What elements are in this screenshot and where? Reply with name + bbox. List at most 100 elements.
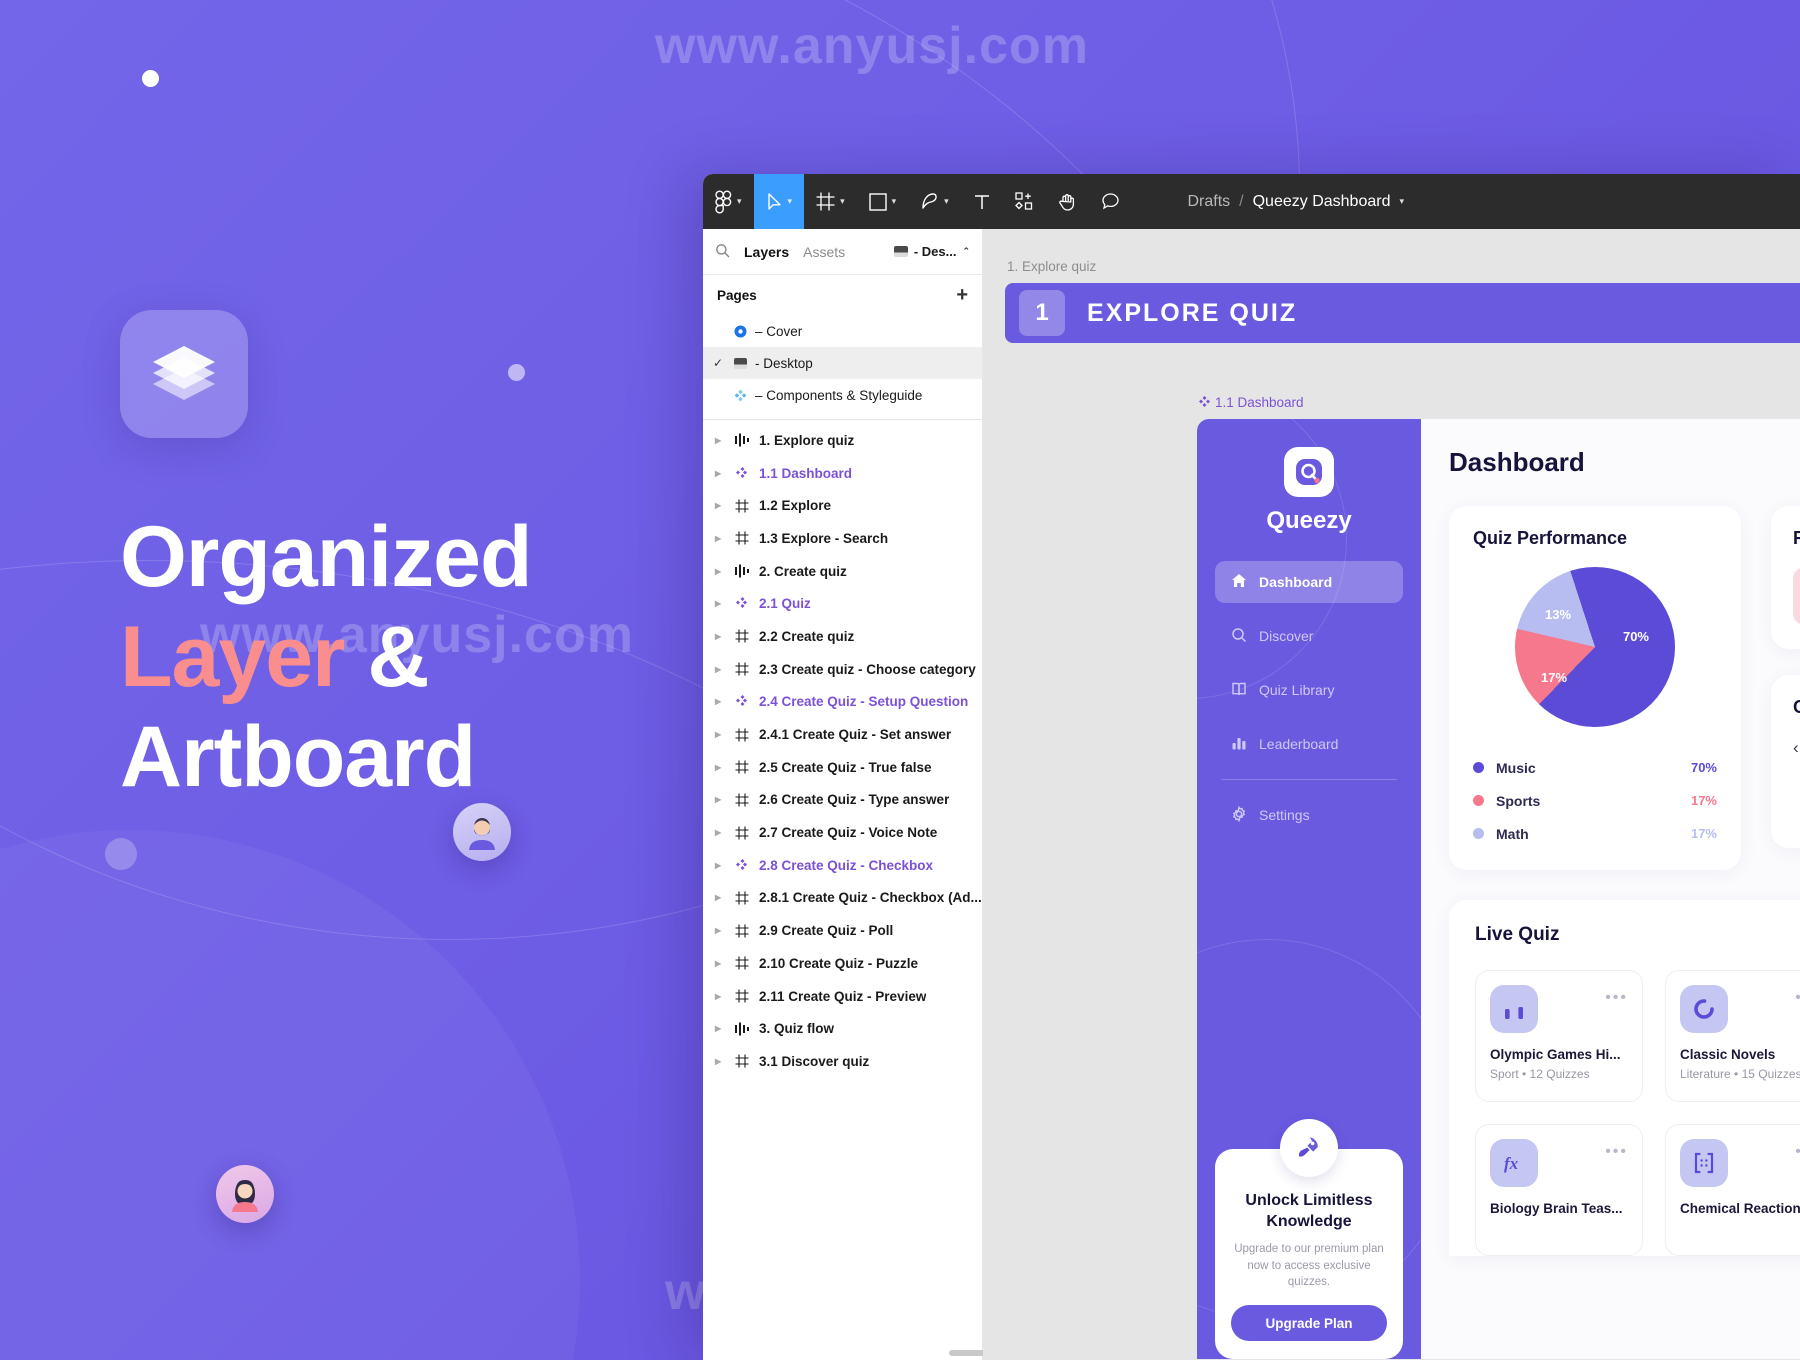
breadcrumb-file[interactable]: Queezy Dashboard (1253, 193, 1391, 211)
sidebar-item-discover[interactable]: Discover (1215, 615, 1403, 657)
recent-quiz-item[interactable]: Statistics Math Quiz Math • 12 Quizzes (1793, 567, 1800, 625)
frame-icon (733, 760, 751, 774)
sidebar-item-quiz-library[interactable]: Quiz Library (1215, 669, 1403, 711)
layer-row[interactable]: ▶ 2.5 Create Quiz - True false (703, 751, 982, 784)
chevron-right-icon[interactable]: ▶ (715, 959, 725, 968)
search-icon[interactable] (715, 243, 730, 261)
brackets-icon (1680, 1139, 1728, 1187)
sidebar-item-settings[interactable]: Settings (1215, 794, 1403, 836)
page-item-cover[interactable]: – Cover (703, 315, 982, 347)
toolbar-hand-tool[interactable] (1046, 174, 1089, 229)
more-dots-icon[interactable]: ••• (1605, 1143, 1628, 1161)
chevron-right-icon[interactable]: ▶ (715, 926, 725, 935)
layer-label: 2.4 Create Quiz - Setup Question (759, 694, 969, 710)
chevron-right-icon[interactable]: ▶ (715, 795, 725, 804)
layer-row[interactable]: ▶ 2.3 Create quiz - Choose category (703, 653, 982, 686)
toolbar-move-tool[interactable]: ▾ (753, 174, 805, 229)
layer-list[interactable]: ▶ 1. Explore quiz ▶ 1.1 Dashboard ▶ 1.2 Explo… (703, 424, 982, 1360)
file-chip[interactable]: - Des... ⌃ (893, 244, 970, 259)
chevron-right-icon[interactable]: ▶ (715, 763, 725, 772)
layer-row[interactable]: ▶ 3.1 Discover quiz (703, 1045, 982, 1078)
chevron-right-icon[interactable]: ▶ (715, 632, 725, 641)
layer-row[interactable]: ▶ 2.11 Create Quiz - Preview (703, 980, 982, 1013)
chevron-right-icon[interactable]: ▶ (715, 599, 725, 608)
layer-row[interactable]: ▶ 2.4.1 Create Quiz - Set answer (703, 718, 982, 751)
canvas-frame-label[interactable]: 1.1 Dashboard (1199, 395, 1304, 410)
page-item-desktop[interactable]: ✓ - Desktop (703, 347, 982, 379)
pie-slice-label-sports: 17% (1541, 670, 1568, 685)
hero-accent-word: Layer (120, 608, 345, 705)
layer-row[interactable]: ▶ 1.2 Explore (703, 489, 982, 522)
layer-row[interactable]: ▶ 2.10 Create Quiz - Puzzle (703, 947, 982, 980)
app-sidebar: Queezy Dashboard Discover Quiz Library L… (1197, 419, 1421, 1359)
toolbar-text-tool[interactable] (961, 174, 1003, 229)
toolbar-components-tool[interactable] (1003, 174, 1046, 229)
layer-row[interactable]: ▶ 2.9 Create Quiz - Poll (703, 914, 982, 947)
chevron-right-icon[interactable]: ▶ (715, 1024, 725, 1033)
layer-label: 2.7 Create Quiz - Voice Note (759, 825, 938, 841)
more-dots-icon[interactable]: ••• (1605, 989, 1628, 1007)
layer-row[interactable]: ▶ 2.8 Create Quiz - Checkbox (703, 849, 982, 882)
layer-label: 2.4.1 Create Quiz - Set answer (759, 727, 952, 743)
layer-row[interactable]: ▶ 2.6 Create Quiz - Type answer (703, 784, 982, 817)
layer-row[interactable]: ▶ 2.8.1 Create Quiz - Checkbox (Ad... (703, 882, 982, 915)
breadcrumb[interactable]: Drafts / Queezy Dashboard ▾ (1187, 174, 1800, 229)
toolbar-shape-tool[interactable]: ▾ (857, 174, 909, 229)
layer-row[interactable]: ▶ 2.1 Quiz (703, 587, 982, 620)
chevron-right-icon[interactable]: ▶ (715, 534, 725, 543)
more-dots-icon[interactable]: ••• (1795, 1143, 1800, 1161)
pie-slice-label-math: 13% (1545, 607, 1572, 622)
layer-row[interactable]: ▶ 1.3 Explore - Search (703, 522, 982, 555)
layer-row[interactable]: ▶ 3. Quiz flow (703, 1012, 982, 1045)
layer-label: 1.2 Explore (759, 498, 832, 514)
live-quiz-card-item[interactable]: ••• Chemical Reactions (1665, 1124, 1800, 1256)
live-quiz-card-item[interactable]: fx ••• Biology Brain Teas... (1475, 1124, 1643, 1256)
chevron-right-icon[interactable]: ▶ (715, 861, 725, 870)
chevron-down-icon[interactable]: ▾ (1399, 197, 1404, 206)
chevron-right-icon[interactable]: ▶ (715, 469, 725, 478)
figma-window: ▾ ▾ ▾ ▾ ▾ Drafts / Queezy Dashboard ▾ La… (703, 174, 1800, 1360)
explore-quiz-banner[interactable]: 1 EXPLORE QUIZ (1005, 283, 1800, 343)
toolbar-pen-tool[interactable]: ▾ (908, 174, 961, 229)
calendar-day[interactable]: Sun 3 (1793, 774, 1800, 828)
toolbar-main-menu[interactable]: ▾ (703, 174, 754, 229)
chevron-right-icon[interactable]: ▶ (715, 828, 725, 837)
app-brand-name: Queezy (1266, 507, 1352, 534)
layer-row[interactable]: ▶ 1.1 Dashboard (703, 457, 982, 490)
toolbar-comment-tool[interactable] (1089, 174, 1132, 229)
chevron-right-icon[interactable]: ▶ (715, 992, 725, 1001)
layer-row[interactable]: ▶ 1. Explore quiz (703, 424, 982, 457)
breadcrumb-project[interactable]: Drafts (1187, 193, 1230, 211)
component-icon (733, 695, 751, 708)
sidebar-item-dashboard[interactable]: Dashboard (1215, 561, 1403, 603)
tab-assets[interactable]: Assets (803, 244, 845, 260)
layer-row[interactable]: ▶ 2. Create quiz (703, 555, 982, 588)
plus-icon[interactable]: + (956, 285, 968, 305)
figma-canvas[interactable]: 1. Explore quiz 1 EXPLORE QUIZ 1.1 Dashb… (983, 229, 1800, 1360)
page-item-components[interactable]: – Components & Styleguide (703, 379, 982, 411)
chevron-right-icon[interactable]: ▶ (715, 1057, 725, 1066)
live-quiz-card-item[interactable]: ••• Olympic Games Hi... Sport • 12 Quizzes (1475, 970, 1643, 1102)
tab-layers[interactable]: Layers (744, 244, 789, 260)
chevron-right-icon[interactable]: ▶ (715, 436, 725, 445)
layer-row[interactable]: ▶ 2.4 Create Quiz - Setup Question (703, 686, 982, 719)
layer-label: 2.1 Quiz (759, 596, 811, 612)
desktop-icon (893, 246, 908, 257)
layer-row[interactable]: ▶ 2.2 Create quiz (703, 620, 982, 653)
chevron-right-icon[interactable]: ▶ (715, 567, 725, 576)
chevron-right-icon[interactable]: ▶ (715, 665, 725, 674)
chevron-right-icon[interactable]: ▶ (715, 697, 725, 706)
live-quiz-card-item[interactable]: ••• Classic Novels Literature • 15 Quizzes (1665, 970, 1800, 1102)
frame-icon (733, 891, 751, 905)
chevron-right-icon[interactable]: ▶ (715, 501, 725, 510)
breadcrumb-separator: / (1239, 192, 1244, 210)
toolbar-frame-tool[interactable]: ▾ (804, 174, 857, 229)
chevron-down-icon: ▾ (944, 196, 949, 206)
chevron-right-icon[interactable]: ▶ (715, 893, 725, 902)
upgrade-plan-button[interactable]: Upgrade Plan (1231, 1305, 1387, 1341)
more-dots-icon[interactable]: ••• (1795, 989, 1800, 1007)
layer-row[interactable]: ▶ 2.7 Create Quiz - Voice Note (703, 816, 982, 849)
sidebar-item-leaderboard[interactable]: Leaderboard (1215, 723, 1403, 765)
chevron-right-icon[interactable]: ▶ (715, 730, 725, 739)
canvas-section-label[interactable]: 1. Explore quiz (1007, 259, 1096, 274)
